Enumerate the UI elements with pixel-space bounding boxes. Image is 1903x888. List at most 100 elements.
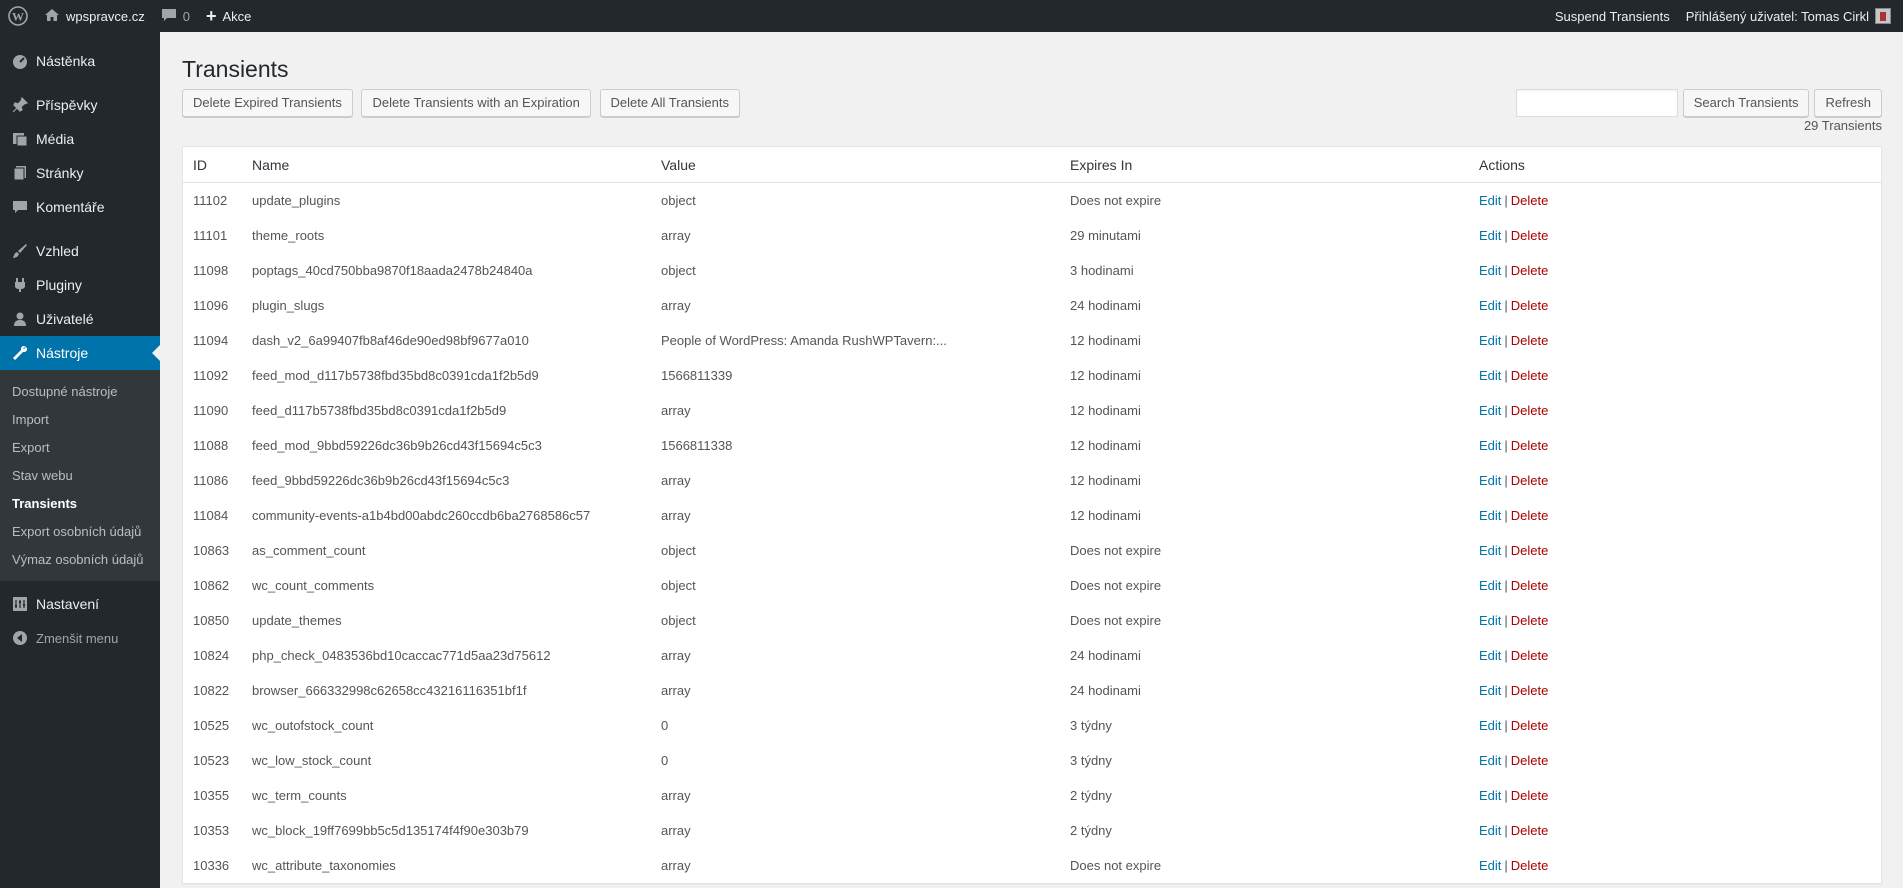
- delete-with-expiration-button[interactable]: Delete Transients with an Expiration: [361, 88, 591, 117]
- cell-id: 10523: [193, 753, 230, 768]
- edit-link[interactable]: Edit: [1479, 333, 1501, 348]
- delete-link[interactable]: Delete: [1511, 368, 1549, 383]
- new-content-link[interactable]: + Akce: [198, 0, 259, 32]
- cell-expires: Does not expire: [1070, 578, 1162, 593]
- delete-link[interactable]: Delete: [1511, 683, 1549, 698]
- edit-link[interactable]: Edit: [1479, 823, 1501, 838]
- cell-actions: Edit | Delete: [1469, 368, 1881, 383]
- menu-item-media[interactable]: Média: [0, 122, 160, 156]
- menu-label: Vzhled: [36, 243, 79, 259]
- user-account-link[interactable]: Přihlášený uživatel: Tomas Cirkl: [1678, 0, 1903, 32]
- edit-link[interactable]: Edit: [1479, 438, 1501, 453]
- delete-all-button[interactable]: Delete All Transients: [599, 88, 741, 117]
- action-separator: |: [1504, 753, 1508, 768]
- comments-link[interactable]: 0: [153, 0, 198, 32]
- menu-item-plugins[interactable]: Pluginy: [0, 268, 160, 302]
- edit-link[interactable]: Edit: [1479, 228, 1501, 243]
- submenu-item-export[interactable]: Export: [0, 433, 160, 461]
- edit-link[interactable]: Edit: [1479, 578, 1501, 593]
- edit-link[interactable]: Edit: [1479, 508, 1501, 523]
- delete-link[interactable]: Delete: [1511, 298, 1549, 313]
- submenu-item-erase-personal-data[interactable]: Výmaz osobních údajů: [0, 545, 160, 573]
- delete-link[interactable]: Delete: [1511, 473, 1549, 488]
- cell-expires: Does not expire: [1070, 858, 1162, 873]
- delete-link[interactable]: Delete: [1511, 263, 1549, 278]
- menu-item-users[interactable]: Uživatelé: [0, 302, 160, 336]
- action-separator: |: [1504, 543, 1508, 558]
- submenu-item-transients[interactable]: Transients: [0, 489, 160, 517]
- cell-id: 11092: [193, 368, 229, 383]
- cell-actions: Edit | Delete: [1469, 193, 1881, 208]
- edit-link[interactable]: Edit: [1479, 683, 1501, 698]
- menu-item-tools[interactable]: Nástroje: [0, 336, 160, 370]
- delete-link[interactable]: Delete: [1511, 543, 1549, 558]
- edit-link[interactable]: Edit: [1479, 298, 1501, 313]
- submenu-item-export-personal-data[interactable]: Export osobních údajů: [0, 517, 160, 545]
- appearance-icon: [10, 241, 30, 261]
- edit-link[interactable]: Edit: [1479, 718, 1501, 733]
- delete-expired-button[interactable]: Delete Expired Transients: [182, 88, 353, 117]
- cell-value: array: [661, 683, 691, 698]
- submenu-item-available-tools[interactable]: Dostupné nástroje: [0, 377, 160, 405]
- cell-actions: Edit | Delete: [1469, 298, 1881, 313]
- cell-name: update_themes: [252, 613, 342, 628]
- edit-link[interactable]: Edit: [1479, 403, 1501, 418]
- edit-link[interactable]: Edit: [1479, 263, 1501, 278]
- main-content: Transients Delete Expired Transients Del…: [182, 32, 1882, 884]
- comments-icon: [10, 197, 30, 217]
- submenu-item-site-health[interactable]: Stav webu: [0, 461, 160, 489]
- collapse-menu-button[interactable]: Zmenšit menu: [0, 621, 160, 655]
- delete-link[interactable]: Delete: [1511, 858, 1549, 873]
- menu-item-settings[interactable]: Nastavení: [0, 587, 160, 621]
- delete-link[interactable]: Delete: [1511, 403, 1549, 418]
- cell-id: 11088: [193, 438, 229, 453]
- cell-expires: 12 hodinami: [1070, 438, 1141, 453]
- cell-id: 10355: [193, 788, 230, 803]
- edit-link[interactable]: Edit: [1479, 543, 1501, 558]
- menu-item-dashboard[interactable]: Nástěnka: [0, 44, 160, 78]
- menu-item-posts[interactable]: Příspěvky: [0, 88, 160, 122]
- delete-link[interactable]: Delete: [1511, 613, 1549, 628]
- edit-link[interactable]: Edit: [1479, 613, 1501, 628]
- delete-link[interactable]: Delete: [1511, 578, 1549, 593]
- cell-expires: 24 hodinami: [1070, 648, 1141, 663]
- suspend-transients-link[interactable]: Suspend Transients: [1547, 0, 1678, 32]
- cell-value: array: [661, 788, 691, 803]
- edit-link[interactable]: Edit: [1479, 368, 1501, 383]
- cell-value: object: [661, 543, 696, 558]
- menu-item-appearance[interactable]: Vzhled: [0, 234, 160, 268]
- submenu-item-import[interactable]: Import: [0, 405, 160, 433]
- tools-icon: [10, 343, 30, 363]
- delete-link[interactable]: Delete: [1511, 228, 1549, 243]
- menu-item-comments[interactable]: Komentáře: [0, 190, 160, 224]
- delete-link[interactable]: Delete: [1511, 438, 1549, 453]
- search-input[interactable]: [1515, 88, 1678, 117]
- menu-label: Příspěvky: [36, 97, 98, 113]
- delete-link[interactable]: Delete: [1511, 193, 1549, 208]
- delete-link[interactable]: Delete: [1511, 823, 1549, 838]
- cell-id: 11101: [193, 228, 228, 243]
- delete-link[interactable]: Delete: [1511, 648, 1549, 663]
- edit-link[interactable]: Edit: [1479, 473, 1501, 488]
- site-name-link[interactable]: wpspravce.cz: [36, 0, 153, 32]
- toolbar: Delete Expired Transients Delete Transie…: [182, 88, 1882, 133]
- cell-actions: Edit | Delete: [1469, 473, 1881, 488]
- column-header-id: ID: [193, 156, 207, 173]
- edit-link[interactable]: Edit: [1479, 788, 1501, 803]
- refresh-button[interactable]: Refresh: [1814, 88, 1882, 117]
- edit-link[interactable]: Edit: [1479, 753, 1501, 768]
- delete-link[interactable]: Delete: [1511, 753, 1549, 768]
- transients-count: 29 Transients: [1803, 117, 1882, 133]
- edit-link[interactable]: Edit: [1479, 858, 1501, 873]
- action-separator: |: [1504, 718, 1508, 733]
- wordpress-logo-icon[interactable]: W: [0, 0, 36, 32]
- edit-link[interactable]: Edit: [1479, 648, 1501, 663]
- edit-link[interactable]: Edit: [1479, 193, 1501, 208]
- search-transients-button[interactable]: Search Transients: [1682, 88, 1810, 117]
- delete-link[interactable]: Delete: [1511, 788, 1549, 803]
- delete-link[interactable]: Delete: [1511, 333, 1549, 348]
- delete-link[interactable]: Delete: [1511, 718, 1549, 733]
- delete-link[interactable]: Delete: [1511, 508, 1549, 523]
- menu-item-pages[interactable]: Stránky: [0, 156, 160, 190]
- cell-name: wc_low_stock_count: [252, 753, 372, 768]
